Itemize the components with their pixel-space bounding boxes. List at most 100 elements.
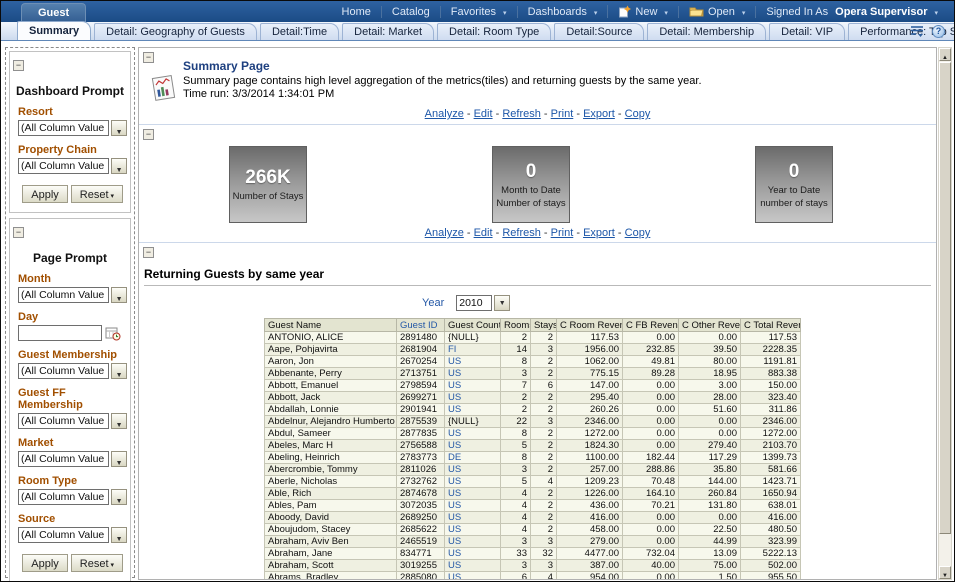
resort-select[interactable]: (All Column Value [18,120,127,136]
scroll-up-button[interactable] [939,48,951,61]
cell-guest-country[interactable]: DE [445,452,501,464]
chevron-down-icon[interactable] [494,295,510,311]
cell-other-revenue: 144.00 [679,476,741,488]
page-tab[interactable]: Detail: Market [342,23,434,40]
cell-rooms: 3 [501,560,531,572]
nav-dashboards[interactable]: Dashboards [517,6,608,18]
room-type-select[interactable]: (All Column Value [18,489,127,505]
chevron-down-icon[interactable] [111,158,127,174]
collapse-page-prompt-button[interactable] [13,227,24,238]
signed-in-menu[interactable]: Signed In As Opera Supervisor [755,6,948,18]
page-tab[interactable]: Detail:Source [554,23,644,40]
dashboard-reset-button[interactable]: Reset [71,185,123,203]
cell-guest-country[interactable]: US [445,440,501,452]
cell-guest-country[interactable]: US [445,524,501,536]
market-select[interactable]: (All Column Value [18,451,127,467]
vertical-scrollbar[interactable] [938,47,952,580]
column-header[interactable]: Stays [531,319,557,332]
cell-guest-country[interactable]: US [445,356,501,368]
help-icon[interactable] [932,25,945,38]
dashboard-tab-guest[interactable]: Guest [21,3,86,22]
page-reset-button[interactable]: Reset [71,554,123,572]
cell-guest-country[interactable]: US [445,368,501,380]
cell-guest-country[interactable]: US [445,536,501,548]
collapse-summary-section-button[interactable] [143,52,154,63]
cell-guest-id: 2732762 [397,476,445,488]
action-link[interactable]: Export [583,227,615,239]
column-header[interactable]: C FB Revenue [623,319,679,332]
nav-catalog[interactable]: Catalog [381,6,440,18]
action-link[interactable]: Export [583,108,615,120]
action-link[interactable]: Refresh [502,108,541,120]
nav-new[interactable]: New [607,5,678,18]
cell-guest-country[interactable]: US [445,476,501,488]
cell-guest-country[interactable]: US [445,500,501,512]
cell-guest-country[interactable]: US [445,380,501,392]
column-header[interactable]: C Total Revenue [741,319,801,332]
cell-guest-country[interactable]: US [445,560,501,572]
cell-other-revenue: 13.09 [679,548,741,560]
month-select[interactable]: (All Column Value [18,287,127,303]
cell-guest-country[interactable]: US [445,428,501,440]
page-tab[interactable]: Summary [17,21,91,40]
chevron-down-icon[interactable] [111,120,127,136]
collapse-returning-section-button[interactable] [143,247,154,258]
action-link[interactable]: Refresh [502,227,541,239]
column-header[interactable]: Guest ID [397,319,445,332]
scrollbar-thumb[interactable] [939,62,951,534]
column-header[interactable]: C Room Revenue [557,319,623,332]
day-input[interactable] [18,325,102,341]
cell-guest-country[interactable]: US [445,488,501,500]
returning-guests-section: Returning Guests by same year Year 2010 [139,243,936,579]
dashboard-apply-button[interactable]: Apply [22,185,68,203]
cell-guest-country[interactable]: US [445,548,501,560]
action-link[interactable]: Edit [474,227,493,239]
guest-membership-select[interactable]: (All Column Value [18,363,127,379]
page-tab[interactable]: Detail: Membership [647,23,766,40]
page-options-icon[interactable] [910,25,925,38]
collapse-dashboard-prompt-button[interactable] [13,60,24,71]
cell-guest-country[interactable]: FI [445,344,501,356]
page-tab[interactable]: Detail: Geography of Guests [94,23,257,40]
calendar-picker-icon[interactable] [105,326,121,341]
page-tab[interactable]: Detail: VIP [769,23,845,40]
page-apply-button[interactable]: Apply [22,554,68,572]
column-header[interactable]: Guest Country [445,319,501,332]
dashboard-prompt-panel: Dashboard Prompt Resort (All Column Valu… [9,51,131,213]
nav-open[interactable]: Open [678,6,755,18]
cell-guest-country[interactable]: US [445,464,501,476]
action-link[interactable]: Edit [474,108,493,120]
page-tab[interactable]: Detail: Room Type [437,23,551,40]
collapse-tiles-section-button[interactable] [143,129,154,140]
chevron-down-icon[interactable] [111,287,127,303]
action-link[interactable]: Analyze [425,227,464,239]
action-link[interactable]: Print [551,108,574,120]
column-header[interactable]: Guest Name [265,319,397,332]
action-link[interactable]: Copy [625,227,651,239]
property-chain-select[interactable]: (All Column Value [18,158,127,174]
chevron-down-icon[interactable] [111,451,127,467]
action-link[interactable]: Copy [625,108,651,120]
cell-guest-country[interactable]: US [445,392,501,404]
column-header[interactable]: Rooms [501,319,531,332]
cell-stays: 3 [531,344,557,356]
cell-guest-country[interactable]: US [445,512,501,524]
chevron-down-icon[interactable] [111,489,127,505]
chevron-down-icon[interactable] [111,413,127,429]
nav-favorites[interactable]: Favorites [440,6,517,18]
scroll-down-button[interactable] [939,566,951,579]
cell-fb-revenue: 732.04 [623,548,679,560]
chevron-down-icon[interactable] [111,527,127,543]
action-link[interactable]: Analyze [425,108,464,120]
nav-home[interactable]: Home [332,6,381,18]
cell-guest-country[interactable]: US [445,572,501,581]
source-select[interactable]: (All Column Value [18,527,127,543]
action-link[interactable]: Print [551,227,574,239]
page-tab[interactable]: Detail:Time [260,23,339,40]
year-select[interactable]: 2010 [456,295,510,311]
cell-guest-country[interactable]: US [445,404,501,416]
guest-ff-membership-select[interactable]: (All Column Value [18,413,127,429]
chevron-down-icon[interactable] [111,363,127,379]
page-tab-label: Detail: Room Type [449,26,539,38]
column-header[interactable]: C Other Revenue [679,319,741,332]
